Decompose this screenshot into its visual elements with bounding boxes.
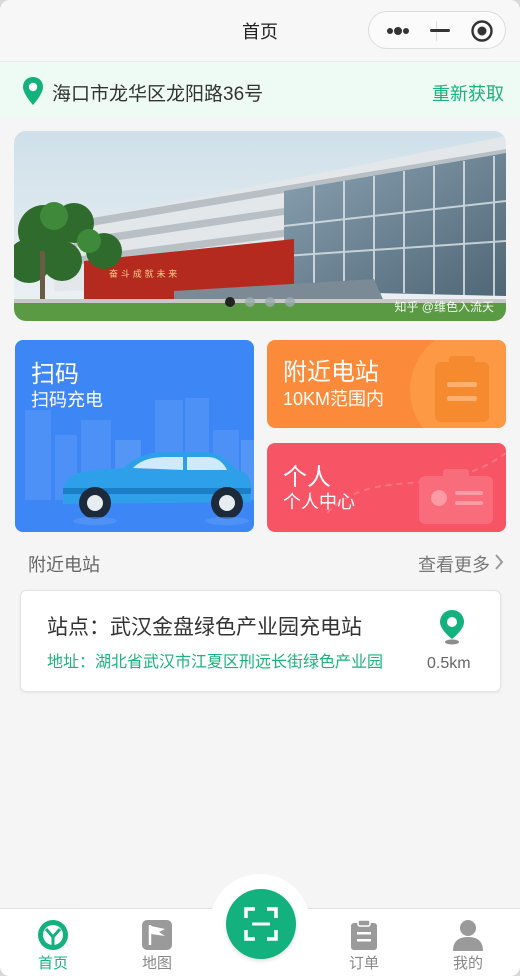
- order-icon: [351, 919, 377, 950]
- banner-carousel[interactable]: 奋 斗 成 就 未 来 知乎 @维色入流天: [14, 131, 506, 321]
- tab-mine[interactable]: 我的: [428, 909, 508, 976]
- minimize-button[interactable]: [417, 12, 463, 50]
- tab-map[interactable]: 地图: [117, 909, 197, 976]
- mini-program-capsule: [368, 11, 506, 49]
- location-pin-icon: [440, 610, 464, 645]
- scan-qr-button[interactable]: [226, 889, 296, 959]
- tab-mine-label: 我的: [452, 955, 483, 972]
- user-icon: [453, 920, 483, 951]
- nearby-section-title: 附近电站: [28, 555, 100, 575]
- personal-card-subtitle: 个人中心: [283, 492, 355, 512]
- minimize-icon: [430, 29, 450, 32]
- current-address: 海口市龙华区龙阳路36号: [52, 84, 264, 105]
- refresh-location-button[interactable]: 重新获取: [432, 80, 504, 106]
- tab-orders-label: 订单: [348, 955, 379, 972]
- station-distance: 0.5km: [427, 655, 471, 672]
- nearby-card-subtitle: 10KM范围内: [283, 389, 385, 409]
- tab-map-label: 地图: [141, 955, 172, 972]
- station-name: 站点：武汉金盘绿色产业园充电站: [47, 616, 362, 639]
- nearby-stations-card[interactable]: 附近电站 10KM范围内: [267, 340, 506, 428]
- banner-watermark: 知乎 @维色入流天: [394, 300, 494, 314]
- home-icon: [38, 920, 68, 950]
- nearby-card-title: 附近电站: [283, 359, 379, 386]
- target-close-icon: [471, 20, 493, 42]
- map-icon: [142, 920, 172, 950]
- chevron-right-icon[interactable]: [494, 553, 504, 571]
- scan-charge-card[interactable]: 扫码 扫码充电: [15, 340, 254, 532]
- view-more-link[interactable]: 查看更多: [418, 551, 490, 577]
- navbar: 首页: [0, 0, 520, 62]
- carousel-dot[interactable]: [285, 297, 295, 307]
- scan-icon: [244, 907, 278, 941]
- scan-card-title: 扫码: [31, 361, 79, 388]
- carousel-dot[interactable]: [225, 297, 235, 307]
- more-options-button[interactable]: [375, 12, 421, 50]
- carousel-dot[interactable]: [245, 297, 255, 307]
- phone-screen: 首页 海口市龙华区龙阳路36号 重新获取 奋 斗 成 就 未 来 知乎 @维色入…: [0, 0, 520, 976]
- svg-text:奋 斗 成 就 未 来: 奋 斗 成 就 未 来: [109, 268, 177, 280]
- tab-home[interactable]: 首页: [13, 909, 93, 976]
- scan-card-subtitle: 扫码充电: [31, 390, 103, 410]
- tab-orders[interactable]: 订单: [324, 909, 404, 976]
- tab-home-label: 首页: [37, 955, 68, 972]
- location-bar: 海口市龙华区龙阳路36号 重新获取: [0, 62, 520, 118]
- personal-card-title: 个人: [283, 464, 331, 491]
- more-dots-icon: [387, 27, 409, 35]
- close-miniprogram-button[interactable]: [459, 12, 505, 50]
- personal-center-card[interactable]: 个人 个人中心: [267, 443, 506, 532]
- station-address: 地址：湖北省武汉市江夏区刑远长街绿色产业园: [47, 654, 384, 671]
- station-list-item[interactable]: 站点：武汉金盘绿色产业园充电站 地址：湖北省武汉市江夏区刑远长街绿色产业园 0.…: [20, 590, 501, 692]
- location-pin-icon: [23, 77, 43, 105]
- carousel-dot[interactable]: [265, 297, 275, 307]
- banner-image: 奋 斗 成 就 未 来: [14, 131, 506, 321]
